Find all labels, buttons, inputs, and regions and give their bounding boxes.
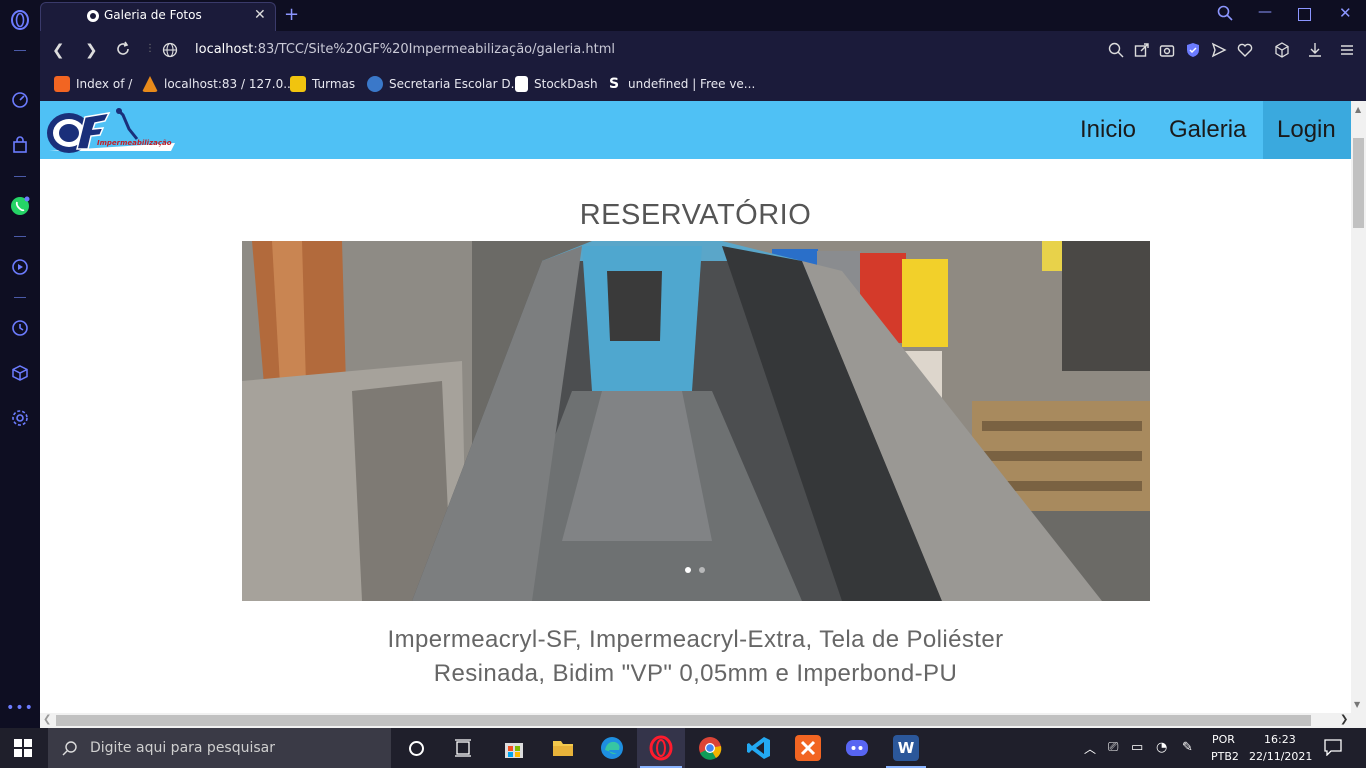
caption-line-2: Resinada, Bidim "VP" 0,05mm e Imperbond-… [433, 660, 958, 687]
horizontal-scrollbar[interactable]: ❮ ❯ [40, 713, 1366, 728]
cortana-icon[interactable] [409, 741, 424, 756]
forward-icon[interactable]: ❯ [85, 41, 98, 59]
bookmark-index[interactable]: Index of / [54, 74, 132, 94]
classroom-icon [290, 76, 306, 92]
web-page: Impermeabilização Inicio Galeria Login R… [40, 101, 1351, 713]
notifications-icon[interactable] [1324, 738, 1342, 757]
browser-sidebar: ••• [0, 0, 40, 728]
site-logo[interactable]: Impermeabilização [45, 107, 177, 155]
vscode-icon[interactable] [746, 735, 772, 761]
tab-search-icon[interactable] [1217, 5, 1233, 21]
clock-date[interactable]: 22/11/2021 [1249, 750, 1312, 763]
carousel-indicator-2[interactable] [699, 567, 705, 573]
nav-login[interactable]: Login [1277, 101, 1336, 159]
s-logo-icon: S [608, 76, 620, 92]
windows-start-icon[interactable] [14, 739, 32, 757]
vertical-scrollbar[interactable]: ▲ [1351, 101, 1366, 713]
lang-primary[interactable]: POR [1212, 733, 1235, 746]
player-icon[interactable] [8, 255, 32, 279]
carousel-indicator-1[interactable] [685, 567, 691, 573]
caption-line-1: Impermeacryl-SF, Impermeacryl-Extra, Tel… [387, 626, 1004, 653]
scroll-right-icon[interactable]: ❯ [1340, 714, 1348, 725]
minimize-icon[interactable]: — [1258, 4, 1272, 20]
share-icon[interactable] [1134, 42, 1150, 58]
tray-chevron-icon[interactable]: ︿ [1084, 740, 1096, 757]
bookmark-turmas[interactable]: Turmas [290, 74, 355, 94]
bookmark-undefined[interactable]: Sundefined | Free ve... [606, 74, 755, 94]
new-tab-icon[interactable]: + [284, 4, 299, 25]
snapshot-camera-icon[interactable] [1159, 42, 1175, 58]
page-icon [515, 76, 528, 92]
lang-secondary[interactable]: PTB2 [1211, 750, 1239, 763]
tab-favicon-icon [86, 8, 100, 22]
clock-time[interactable]: 16:23 [1264, 733, 1296, 746]
carousel-image[interactable] [242, 241, 1150, 601]
history-icon[interactable] [8, 316, 32, 340]
pen-icon[interactable]: ✎ [1182, 740, 1193, 755]
site-navbar: Impermeabilização Inicio Galeria Login [40, 101, 1351, 159]
phpmyadmin-icon [142, 76, 158, 92]
bookmark-stockdash[interactable]: StockDash [515, 74, 598, 94]
dots-icon: ⋮ [145, 43, 155, 54]
secretaria-icon [367, 76, 383, 92]
speed-dial-icon[interactable] [8, 88, 32, 112]
store-icon[interactable] [501, 735, 527, 761]
download-icon[interactable] [1307, 42, 1323, 58]
more-options-icon[interactable]: ••• [6, 696, 33, 720]
taskbar-search-box[interactable]: Digite aqui para pesquisar [48, 728, 391, 768]
xampp-taskbar-icon[interactable] [795, 735, 821, 761]
back-icon[interactable]: ❮ [52, 41, 65, 59]
nav-inicio[interactable]: Inicio [1080, 101, 1136, 159]
send-icon[interactable] [1211, 42, 1227, 58]
opera-icon[interactable] [648, 735, 674, 761]
chrome-icon[interactable] [697, 735, 723, 761]
easy-setup-icon[interactable] [1340, 42, 1354, 58]
window-close-icon[interactable]: ✕ [1339, 4, 1352, 22]
gallery-title: RESERVATÓRIO [579, 199, 812, 231]
tab-title: Galeria de Fotos [104, 8, 202, 22]
scroll-down-icon[interactable]: ▼ [1351, 697, 1366, 712]
word-icon[interactable]: W [893, 735, 919, 761]
url-path: :83/TCC/Site%20GF%20Impermeabilização/ga… [253, 42, 615, 57]
wifi-icon[interactable]: ◔ [1156, 740, 1167, 755]
settings-gear-icon[interactable] [8, 406, 32, 430]
heart-icon[interactable] [1237, 42, 1253, 58]
bookmark-secretaria[interactable]: Secretaria Escolar D... [367, 74, 522, 94]
bookmark-phpmyadmin[interactable]: localhost:83 / 127.0... [142, 74, 295, 94]
reload-icon[interactable] [115, 41, 131, 57]
site-info-globe-icon[interactable] [162, 42, 178, 58]
url-field[interactable]: localhost:83/TCC/Site%20GF%20Impermeabil… [195, 42, 615, 57]
search-placeholder: Digite aqui para pesquisar [90, 740, 276, 756]
vpn-shield-icon[interactable] [1185, 42, 1201, 58]
restore-icon[interactable] [1298, 8, 1311, 21]
nav-galeria[interactable]: Galeria [1169, 101, 1246, 159]
tab-close-icon[interactable]: ✕ [254, 7, 266, 23]
gallery-caption: Impermeacryl-SF, Impermeacryl-Extra, Tel… [340, 623, 1051, 691]
cube-icon[interactable] [1274, 42, 1290, 58]
discord-icon[interactable] [844, 735, 870, 761]
task-view-icon[interactable] [454, 739, 472, 757]
vertical-scroll-thumb[interactable] [1353, 138, 1364, 228]
shopping-bag-icon[interactable] [8, 133, 32, 157]
xampp-icon [54, 76, 70, 92]
file-explorer-icon[interactable] [550, 735, 576, 761]
opera-menu-icon[interactable] [8, 8, 32, 32]
horizontal-scroll-thumb[interactable] [56, 715, 1311, 726]
scroll-left-icon[interactable]: ❮ [43, 714, 51, 725]
search-icon [62, 741, 77, 756]
edge-icon[interactable] [599, 735, 625, 761]
meet-now-icon[interactable]: ⎚ [1108, 740, 1118, 755]
battery-icon[interactable]: ▭ [1131, 740, 1143, 755]
extensions-icon[interactable] [8, 361, 32, 385]
scroll-up-icon[interactable]: ▲ [1355, 105, 1361, 114]
page-search-icon[interactable] [1108, 42, 1124, 58]
logo-text: Impermeabilização [97, 139, 172, 147]
whatsapp-icon[interactable] [8, 194, 32, 218]
url-host: localhost [195, 42, 254, 57]
